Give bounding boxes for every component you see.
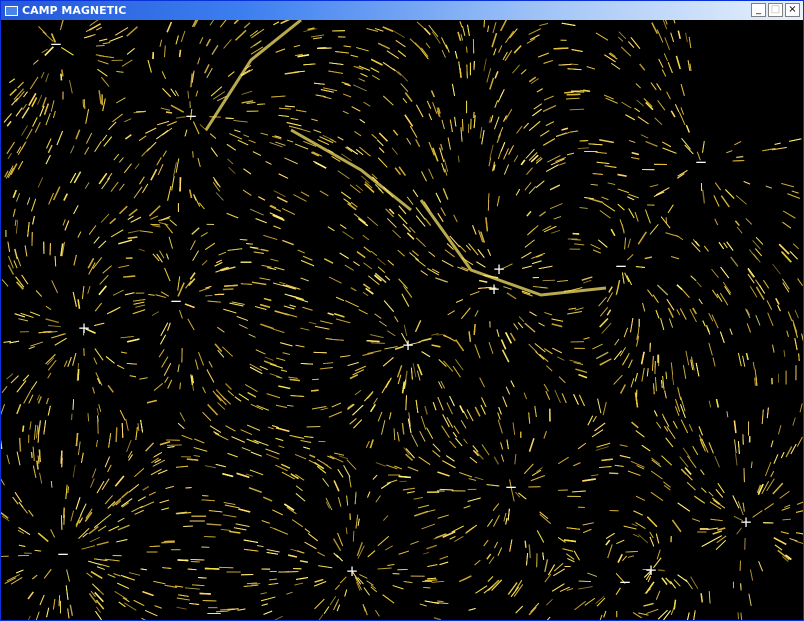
minimize-button[interactable]: _ <box>751 3 766 17</box>
field-stroke <box>578 580 591 583</box>
field-stroke <box>461 118 464 132</box>
field-stroke <box>311 389 319 392</box>
field-stroke <box>136 110 146 113</box>
field-stroke <box>732 160 745 162</box>
field-stroke <box>203 535 216 538</box>
field-stroke <box>77 368 80 381</box>
field-stroke <box>38 449 41 463</box>
field-stroke <box>222 288 234 291</box>
window-title: CAMP MAGNETIC <box>22 4 127 17</box>
field-stroke <box>178 49 182 58</box>
field-stroke <box>399 480 407 483</box>
field-stroke <box>54 255 57 267</box>
field-stroke <box>61 458 63 468</box>
field-stroke <box>83 99 86 110</box>
field-stroke <box>483 20 485 28</box>
field-stroke <box>542 279 556 282</box>
field-stroke <box>190 558 205 561</box>
field-stroke <box>553 47 569 50</box>
field-stroke <box>740 583 742 591</box>
field-stroke <box>149 545 161 548</box>
close-button[interactable]: × <box>785 3 800 17</box>
field-stroke <box>223 284 238 287</box>
field-stroke <box>30 451 33 458</box>
field-stroke <box>60 73 63 81</box>
field-stroke <box>472 111 475 118</box>
field-stroke <box>569 108 585 111</box>
field-stroke <box>649 342 651 352</box>
field-stroke <box>87 413 90 422</box>
field-stroke <box>115 427 118 443</box>
magnetic-field-canvas[interactable]: −−−−−++++−−++−+ <box>1 20 803 620</box>
field-stroke <box>571 238 581 241</box>
field-stroke <box>97 420 99 434</box>
field-stroke <box>121 422 124 438</box>
field-stroke <box>165 111 173 114</box>
field-stroke <box>658 569 665 572</box>
field-stroke <box>257 103 266 105</box>
field-stroke <box>423 586 431 589</box>
title-bar[interactable]: CAMP MAGNETIC _ □ × <box>1 1 803 20</box>
field-stroke <box>177 559 189 562</box>
maximize-button[interactable]: □ <box>768 3 783 17</box>
field-stroke <box>313 351 327 354</box>
field-stroke <box>370 342 385 344</box>
field-stroke <box>22 425 25 432</box>
field-stroke <box>187 568 197 571</box>
field-stroke <box>95 45 105 47</box>
field-stroke <box>737 612 739 620</box>
field-stroke <box>239 238 248 241</box>
field-stroke <box>164 540 175 542</box>
field-stroke <box>654 360 656 374</box>
field-stroke <box>436 334 444 336</box>
field-stroke <box>466 64 468 79</box>
field-stroke <box>366 340 380 343</box>
window-controls: _ □ × <box>751 3 800 17</box>
field-stroke <box>564 91 574 94</box>
field-stroke <box>204 567 220 570</box>
field-stroke <box>58 595 61 607</box>
field-stroke <box>665 371 668 380</box>
field-stroke <box>18 437 22 452</box>
field-stroke <box>312 378 319 381</box>
field-stroke <box>60 515 63 530</box>
field-stroke <box>198 577 207 579</box>
field-stroke <box>179 177 182 192</box>
field-stroke <box>352 530 355 542</box>
field-stroke <box>424 579 438 581</box>
field-stroke <box>77 362 80 369</box>
app-window: CAMP MAGNETIC _ □ × − − − − − + + + + − − + + − + <box>0 0 804 621</box>
field-stroke <box>317 47 332 50</box>
field-stroke <box>225 117 234 120</box>
field-stroke <box>199 592 211 595</box>
field-stroke <box>72 399 75 410</box>
field-stroke <box>736 155 744 159</box>
app-icon <box>5 5 18 16</box>
field-stroke <box>473 324 476 335</box>
field-stroke <box>524 540 527 548</box>
field-stroke <box>161 541 175 544</box>
field-stroke <box>566 93 581 96</box>
field-stroke <box>150 223 161 226</box>
field-stroke <box>219 566 234 569</box>
field-stroke <box>437 600 444 603</box>
field-stroke <box>427 577 437 580</box>
field-stroke <box>609 472 619 475</box>
canvas-background <box>1 20 803 620</box>
field-stroke <box>487 193 490 202</box>
